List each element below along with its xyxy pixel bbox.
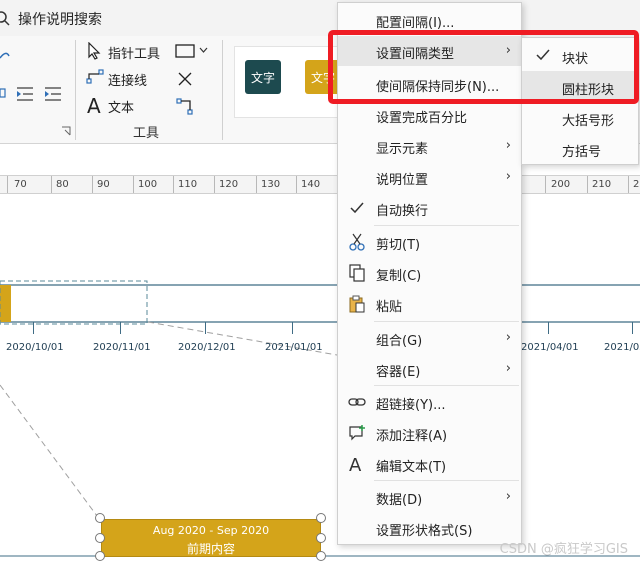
annotation-highlight-box: [328, 30, 639, 104]
timeline-date-label: 2020/11/01: [93, 342, 151, 353]
submenu-item-brace[interactable]: 大括号形: [522, 102, 638, 133]
ruler-label: 200: [551, 179, 571, 190]
ruler-label: 120: [219, 179, 239, 190]
tools-group-label: 工具: [133, 126, 160, 141]
search-label: 操作说明搜索: [18, 12, 102, 28]
submenu-arrow-icon: ›: [505, 330, 511, 345]
submenu-arrow-icon: ›: [505, 138, 511, 153]
ruler-label: 80: [56, 179, 69, 190]
menu-item-set-percent-complete[interactable]: 设置完成百分比: [338, 100, 521, 130]
menu-item-word-wrap[interactable]: 自动换行: [338, 193, 521, 223]
task-bar[interactable]: Aug 2020 - Sep 2020 前期内容: [101, 519, 321, 557]
timeline-date-label: 2021/05: [604, 342, 640, 353]
menu-separator: [374, 321, 519, 322]
menu-separator: [374, 225, 519, 226]
menu-item-data[interactable]: 数据(D) ›: [338, 482, 521, 512]
timeline-date-label: 2020/10/01: [6, 342, 64, 353]
menu-item-container[interactable]: 容器(E) ›: [338, 354, 521, 384]
selection-handle[interactable]: [316, 513, 326, 523]
submenu-arrow-icon: ›: [505, 489, 511, 504]
ruler-label: 70: [14, 179, 27, 190]
menu-item-show-elements[interactable]: 显示元素 ›: [338, 131, 521, 161]
menu-item-hyperlink[interactable]: 超链接(Y)...: [338, 387, 521, 417]
ruler-label: 90: [97, 179, 110, 190]
text-tool-icon: A: [87, 94, 101, 116]
menu-item-add-comment[interactable]: 添加注释(A): [338, 418, 521, 448]
selection-handle[interactable]: [316, 551, 326, 561]
menu-separator: [374, 385, 519, 386]
undo-arrow-icon[interactable]: [0, 50, 10, 62]
pointer-icon: [88, 42, 101, 60]
rectangle-icon[interactable]: [175, 44, 195, 58]
search-icon: [0, 11, 10, 26]
cross-icon[interactable]: [177, 71, 193, 87]
menu-item-caption-position[interactable]: 说明位置 ›: [338, 162, 521, 192]
timeline-date-label: 2021/04/01: [521, 342, 579, 353]
svg-text:A: A: [349, 455, 362, 473]
connector-tool-label[interactable]: 连接线: [108, 70, 147, 89]
task-date-range: Aug 2020 - Sep 2020: [152, 524, 270, 537]
date-tick: [632, 322, 633, 334]
connector-icon: [86, 69, 104, 84]
date-tick: [548, 322, 549, 334]
date-tick: [205, 322, 206, 334]
dialog-launcher-icon[interactable]: [61, 126, 71, 136]
selection-handle[interactable]: [316, 533, 326, 543]
date-tick: [33, 322, 34, 334]
menu-item-cut[interactable]: 剪切(T): [338, 227, 521, 257]
submenu-item-bracket[interactable]: 方括号: [522, 133, 638, 164]
ruler-label: 140: [301, 179, 321, 190]
horizontal-ruler[interactable]: 70 80 90 100 110 120 130 140 200 210 220: [0, 175, 640, 194]
selection-handle[interactable]: [95, 551, 105, 561]
connection-point-icon[interactable]: [176, 98, 194, 116]
submenu-arrow-icon: ›: [505, 361, 511, 376]
menu-item-group[interactable]: 组合(G) ›: [338, 323, 521, 353]
svg-text:A: A: [87, 94, 101, 116]
date-tick: [292, 322, 293, 334]
ribbon-separator: [75, 40, 76, 140]
decrease-indent-icon[interactable]: [15, 86, 35, 102]
menu-item-edit-text[interactable]: A 编辑文本(T): [338, 449, 521, 479]
increase-indent-icon[interactable]: [43, 86, 63, 102]
watermark: CSDN @疯狂学习GIS: [499, 542, 628, 557]
checkmark-icon: [350, 202, 364, 214]
link-icon: [348, 398, 366, 406]
selection-handle[interactable]: [95, 533, 105, 543]
timeline-canvas[interactable]: [0, 195, 640, 561]
text-tool-label[interactable]: 文本: [108, 97, 134, 116]
copy-icon: [349, 264, 365, 282]
comment-icon: [349, 425, 365, 441]
ruler-label: 210: [592, 179, 612, 190]
pointer-tool-label[interactable]: 指针工具: [108, 43, 160, 62]
text-icon: A: [349, 455, 362, 473]
ruler-label: 110: [178, 179, 198, 190]
align-partial-icon[interactable]: [0, 86, 6, 100]
menu-item-paste[interactable]: 粘贴: [338, 289, 521, 319]
menu-separator: [374, 480, 519, 481]
menu-item-copy[interactable]: 复制(C): [338, 258, 521, 288]
task-label: 前期内容: [186, 542, 235, 556]
ruler-label: 100: [138, 179, 158, 190]
date-tick: [120, 322, 121, 334]
style-swatch-1[interactable]: 文字: [245, 60, 281, 94]
menu-item-format-shape[interactable]: 设置形状格式(S): [338, 513, 521, 543]
selection-handle[interactable]: [95, 513, 105, 523]
chevron-down-icon[interactable]: [199, 47, 208, 54]
ruler-label: 130: [261, 179, 281, 190]
submenu-arrow-icon: ›: [505, 169, 511, 184]
paste-icon: [349, 295, 365, 313]
ruler-label: 220: [633, 179, 640, 190]
timeline-date-label: 2020/12/01: [178, 342, 236, 353]
timeline-date-label: 2021/01/01: [265, 342, 323, 353]
ribbon-separator: [222, 40, 223, 140]
scissors-icon: [349, 233, 365, 251]
